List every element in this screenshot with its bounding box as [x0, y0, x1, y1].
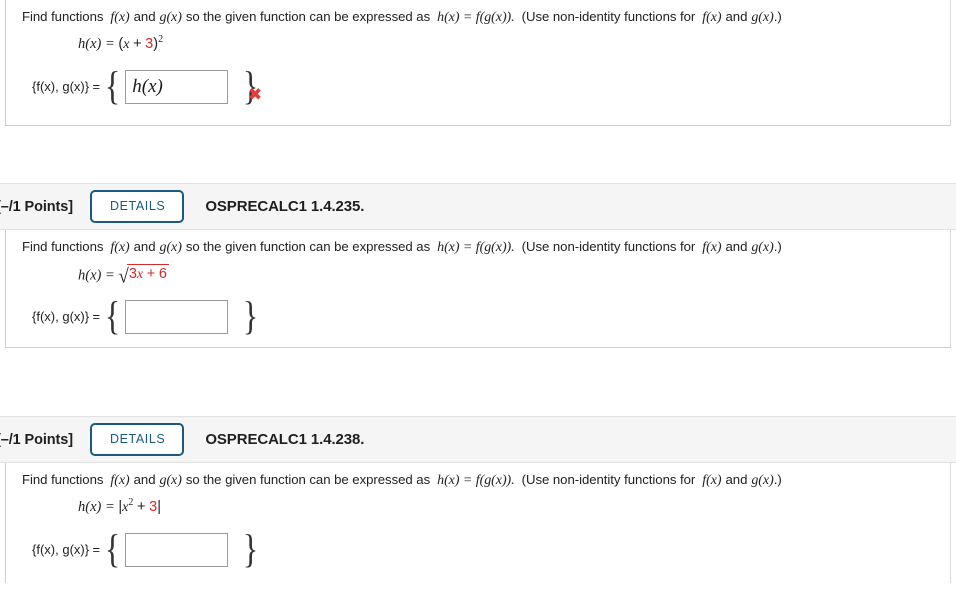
prompt-note-gx: g(x) [751, 10, 774, 25]
answer-set-notation-3: {f(x), g(x)} [32, 542, 90, 557]
points-header-3: [–/1 Points] DETAILS OSPRECALC1 1.4.238. [0, 416, 956, 463]
problem-card-2: Find functions f(x) and g(x) so the given fu… [5, 230, 951, 348]
prompt-note-gx: g(x) [751, 240, 774, 255]
assignment-code-3: OSPRECALC1 1.4.238. [205, 431, 365, 448]
question-prompt-3: Find functions f(x) and g(x) so the given fu… [6, 463, 950, 489]
answer-set-notation-2: {f(x), g(x)} [32, 309, 90, 324]
prompt-note-and: and [725, 239, 748, 254]
problem-card-1: Find functions f(x) and g(x) so the given fu… [5, 0, 951, 126]
h-expression-3: |x2 + 3| [118, 497, 161, 515]
radicand-constant-2: 6 [158, 266, 167, 282]
answer-label-1: {f(x), g(x)} = [32, 79, 100, 95]
answer-equals-2: = [92, 309, 101, 324]
prompt-gx: g(x) [159, 10, 182, 25]
answer-input-2[interactable] [125, 300, 229, 334]
radicand-coefficient-2: 3 [128, 266, 137, 282]
question-body-1: Find functions f(x) and g(x) so the given fu… [6, 0, 950, 109]
details-button-2[interactable]: DETAILS [89, 190, 185, 223]
prompt-lead: Find functions [22, 239, 104, 254]
variable-x-1: x [123, 36, 130, 52]
answer-input-3[interactable] [125, 533, 229, 567]
radicand-2: 3x + 6 [126, 264, 169, 283]
answer-input-1[interactable]: h(x) [125, 70, 229, 104]
prompt-note-open: (Use non-identity functions for [521, 472, 696, 487]
points-label-2: [–/1 Points] [0, 198, 73, 215]
answer-input-value-1: h(x) [132, 76, 163, 97]
answer-label-2: {f(x), g(x)} = [32, 309, 100, 325]
prompt-composition: h(x) = f(g(x)). [437, 240, 515, 255]
prompt-middle: so the given function can be expressed a… [185, 9, 431, 24]
prompt-and: and [133, 239, 156, 254]
answer-row-2: {f(x), g(x)} = { } [32, 293, 259, 338]
answer-row-1: {f(x), g(x)} = { h(x) } ✖ [32, 63, 263, 108]
prompt-note-and: and [725, 9, 748, 24]
prompt-middle: so the given function can be expressed a… [185, 239, 431, 254]
answer-equals-3: = [92, 542, 101, 557]
answer-label-3: {f(x), g(x)} = [32, 542, 100, 558]
prompt-lead: Find functions [22, 9, 104, 24]
prompt-fx: f(x) [110, 10, 130, 25]
prompt-note-gx: g(x) [751, 473, 774, 488]
section-gap-2 [0, 348, 956, 416]
question-body-2: Find functions f(x) and g(x) so the given fu… [6, 230, 950, 339]
h-expression-1: (x + 3)2 [118, 34, 164, 52]
problem-card-3: Find functions f(x) and g(x) so the given fu… [5, 463, 951, 583]
prompt-middle: so the given function can be expressed a… [185, 472, 431, 487]
prompt-lead: Find functions [22, 472, 104, 487]
prompt-gx: g(x) [159, 240, 182, 255]
h-expression-2: √3x + 6 [118, 264, 169, 288]
abs-bar-close-3: | [157, 498, 161, 515]
prompt-note-fx: f(x) [702, 10, 722, 25]
exponent-3: 2 [128, 497, 134, 508]
prompt-and: and [133, 9, 156, 24]
plus-sign-1: + [133, 35, 142, 52]
prompt-note-open: (Use non-identity functions for [521, 239, 696, 254]
function-definition-1: h(x) = (x + 3)2 [6, 26, 950, 56]
h-lhs-1: h(x) = [78, 35, 115, 52]
radicand-plus-2: + [146, 266, 156, 282]
function-definition-3: h(x) = |x2 + 3| [6, 489, 950, 519]
prompt-note-fx: f(x) [702, 473, 722, 488]
constant-3: 3 [149, 498, 158, 515]
prompt-fx: f(x) [110, 473, 130, 488]
radicand-variable-2: x [136, 267, 144, 282]
prompt-note-close: .) [773, 239, 782, 254]
h-lhs-2: h(x) = [78, 267, 115, 284]
question-body-3: Find functions f(x) and g(x) so the given fu… [6, 463, 950, 572]
assignment-code-2: OSPRECALC1 1.4.235. [205, 198, 365, 215]
prompt-and: and [133, 472, 156, 487]
prompt-note-and: and [725, 472, 748, 487]
answer-equals-1: = [92, 79, 101, 94]
prompt-composition: h(x) = f(g(x)). [437, 10, 515, 25]
plus-sign-3: + [137, 498, 146, 515]
answer-set-notation-1: {f(x), g(x)} [32, 79, 90, 94]
exponent-1: 2 [158, 34, 164, 45]
prompt-note-open: (Use non-identity functions for [521, 9, 696, 24]
incorrect-answer-icon: ✖ [248, 85, 263, 105]
prompt-note-close: .) [773, 9, 782, 24]
points-header-2: [–/1 Points] DETAILS OSPRECALC1 1.4.235. [0, 183, 956, 230]
prompt-gx: g(x) [159, 473, 182, 488]
question-prompt-1: Find functions f(x) and g(x) so the given fu… [6, 0, 950, 26]
h-lhs-3: h(x) = [78, 498, 115, 515]
prompt-composition: h(x) = f(g(x)). [437, 473, 515, 488]
details-button-3[interactable]: DETAILS [89, 423, 185, 456]
prompt-fx: f(x) [110, 240, 130, 255]
function-definition-2: h(x) = √3x + 6 [6, 256, 950, 288]
prompt-note-close: .) [773, 472, 782, 487]
question-prompt-2: Find functions f(x) and g(x) so the given fu… [6, 230, 950, 256]
points-label-3: [–/1 Points] [0, 431, 73, 448]
prompt-note-fx: f(x) [702, 240, 722, 255]
section-gap-1 [0, 126, 956, 183]
answer-row-3: {f(x), g(x)} = { } [32, 526, 259, 571]
